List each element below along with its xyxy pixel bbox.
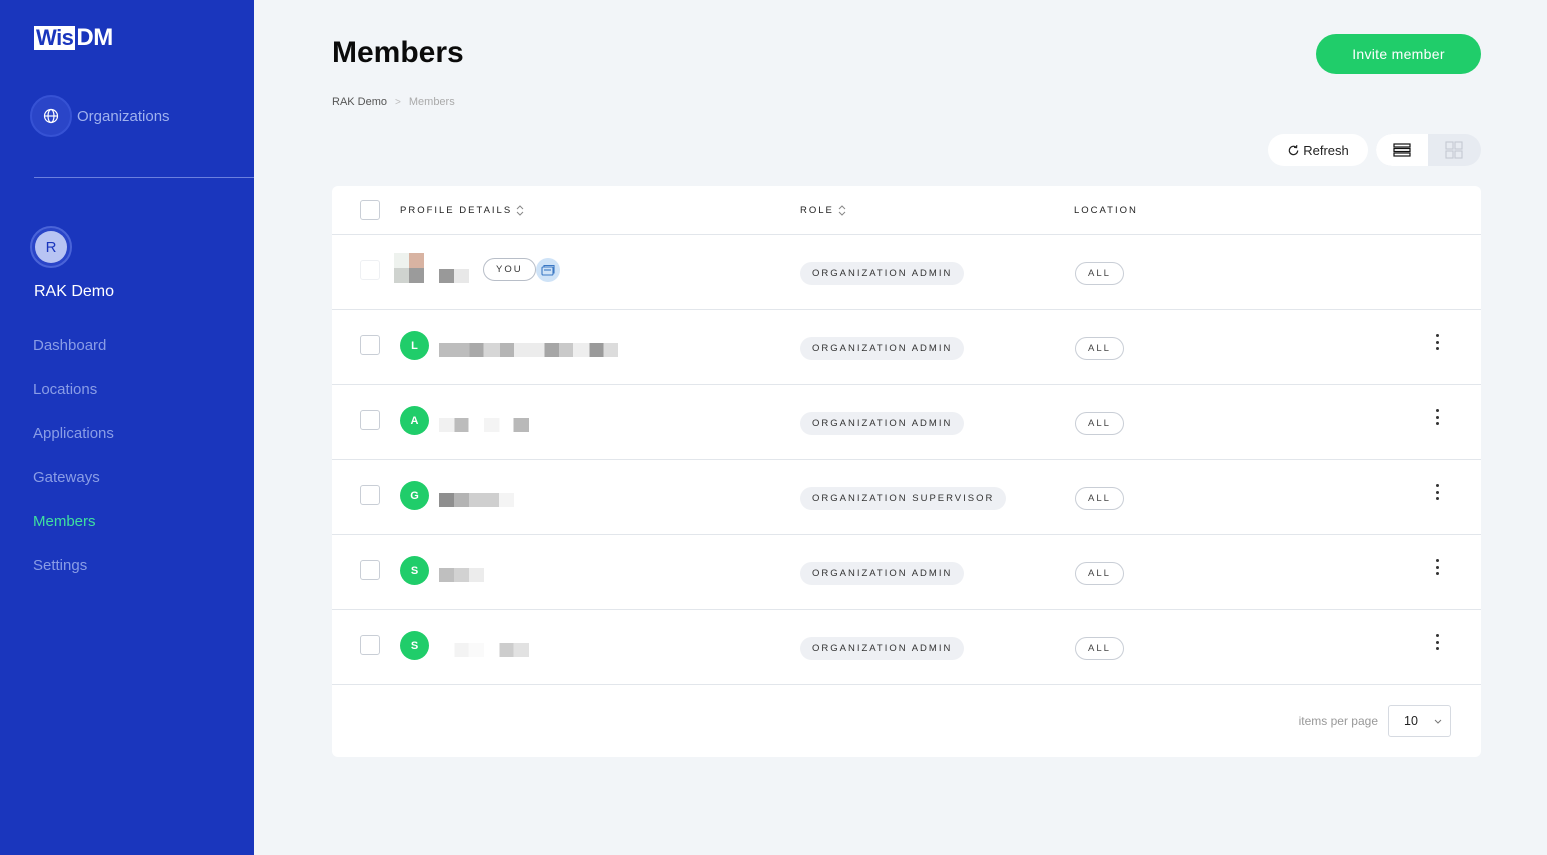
row-checkbox[interactable] [360,410,380,430]
table-header: PROFILE DETAILS ROLE LOCATION [332,186,1481,235]
member-avatar: G [400,481,429,510]
list-view-button[interactable] [1376,134,1428,166]
breadcrumb-current: Members [408,96,455,108]
member-avatar: L [400,331,429,360]
org-avatar-initial: R [35,231,67,263]
member-name-redacted [439,493,514,507]
table-row[interactable]: S ORGANIZATION ADMIN ALL [332,535,1481,610]
id-card-icon [536,258,560,282]
location-badge: ALL [1075,262,1124,285]
sort-icon [516,205,524,216]
view-toggle [1376,134,1481,166]
column-location-label: LOCATION [1074,205,1138,216]
row-menu-button[interactable] [1429,632,1445,652]
member-name-redacted [439,343,618,357]
row-checkbox[interactable] [360,635,380,655]
grid-view-button[interactable] [1428,134,1480,166]
row-checkbox[interactable] [360,485,380,505]
you-badge: YOU [483,258,536,281]
logo-part-2: DM [76,24,113,51]
organizations-link[interactable]: Organizations [30,95,170,137]
sidebar-item-members[interactable]: Members [33,511,114,555]
grid-view-icon [1445,141,1463,159]
role-badge: ORGANIZATION ADMIN [800,337,965,360]
items-per-page-select[interactable]: 10 [1388,705,1451,737]
member-name-redacted [439,568,484,582]
column-location: LOCATION [1074,205,1138,216]
chevron-right-icon: > [395,96,401,108]
organizations-label: Organizations [77,107,170,125]
column-role[interactable]: ROLE [800,205,846,216]
breadcrumb: RAK Demo > Members [332,96,455,108]
location-badge: ALL [1075,487,1124,510]
sidebar-item-dashboard[interactable]: Dashboard [33,335,114,379]
role-badge: ORGANIZATION ADMIN [800,637,965,660]
row-menu-button[interactable] [1429,482,1445,502]
sidebar-item-settings[interactable]: Settings [33,555,114,599]
table-row[interactable]: S ORGANIZATION ADMIN ALL [332,610,1481,685]
row-menu-button[interactable] [1429,407,1445,427]
members-table: PROFILE DETAILS ROLE LOCATION YOU ORGANI… [332,186,1481,757]
table-row[interactable]: L ORGANIZATION ADMIN ALL [332,310,1481,385]
row-menu-button[interactable] [1429,332,1445,352]
user-photo [394,253,424,283]
row-menu-button[interactable] [1429,557,1445,577]
breadcrumb-org[interactable]: RAK Demo [332,96,387,108]
location-badge: ALL [1075,637,1124,660]
pagination: items per page 10 [1299,705,1451,737]
role-badge: ORGANIZATION ADMIN [800,262,965,285]
chevron-down-icon [1434,719,1442,724]
globe-icon [30,95,72,137]
location-badge: ALL [1075,337,1124,360]
refresh-button[interactable]: Refresh [1268,134,1368,166]
row-checkbox [360,260,380,280]
member-name-redacted [439,269,469,283]
row-checkbox[interactable] [360,560,380,580]
member-avatar: A [400,406,429,435]
sidebar-nav: Dashboard Locations Applications Gateway… [33,335,114,599]
app-logo[interactable]: Wis DM [34,26,113,50]
location-badge: ALL [1075,562,1124,585]
invite-member-button[interactable]: Invite member [1316,34,1481,74]
logo-part-1: Wis [34,25,76,50]
sidebar-item-locations[interactable]: Locations [33,379,114,423]
role-badge: ORGANIZATION ADMIN [800,562,965,585]
table-row[interactable]: A ORGANIZATION ADMIN ALL [332,385,1481,460]
member-name-redacted [439,418,529,432]
sidebar-item-applications[interactable]: Applications [33,423,114,467]
table-row[interactable]: YOU ORGANIZATION ADMIN ALL [332,235,1481,310]
location-badge: ALL [1075,412,1124,435]
member-avatar: S [400,556,429,585]
table-row[interactable]: G ORGANIZATION SUPERVISOR ALL [332,460,1481,535]
sort-icon [838,205,846,216]
items-per-page-value: 10 [1404,714,1418,728]
refresh-label: Refresh [1303,142,1349,158]
column-role-label: ROLE [800,205,834,216]
page-title: Members [332,36,464,69]
sidebar-item-gateways[interactable]: Gateways [33,467,114,511]
member-name-redacted [439,643,529,657]
org-avatar[interactable]: R [30,226,72,268]
role-badge: ORGANIZATION SUPERVISOR [800,487,1007,510]
member-avatar: S [400,631,429,660]
select-all-checkbox[interactable] [360,200,380,220]
refresh-icon [1288,144,1299,155]
list-view-icon [1393,143,1411,157]
sidebar: Wis DM Organizations R RAK Demo Dashboar… [0,0,254,855]
column-profile-label: PROFILE DETAILS [400,205,513,216]
sidebar-divider [34,177,254,178]
org-name: RAK Demo [34,283,115,300]
role-badge: ORGANIZATION ADMIN [800,412,965,435]
items-per-page-label: items per page [1298,714,1378,728]
row-checkbox[interactable] [360,335,380,355]
column-profile-details[interactable]: PROFILE DETAILS [400,205,524,216]
